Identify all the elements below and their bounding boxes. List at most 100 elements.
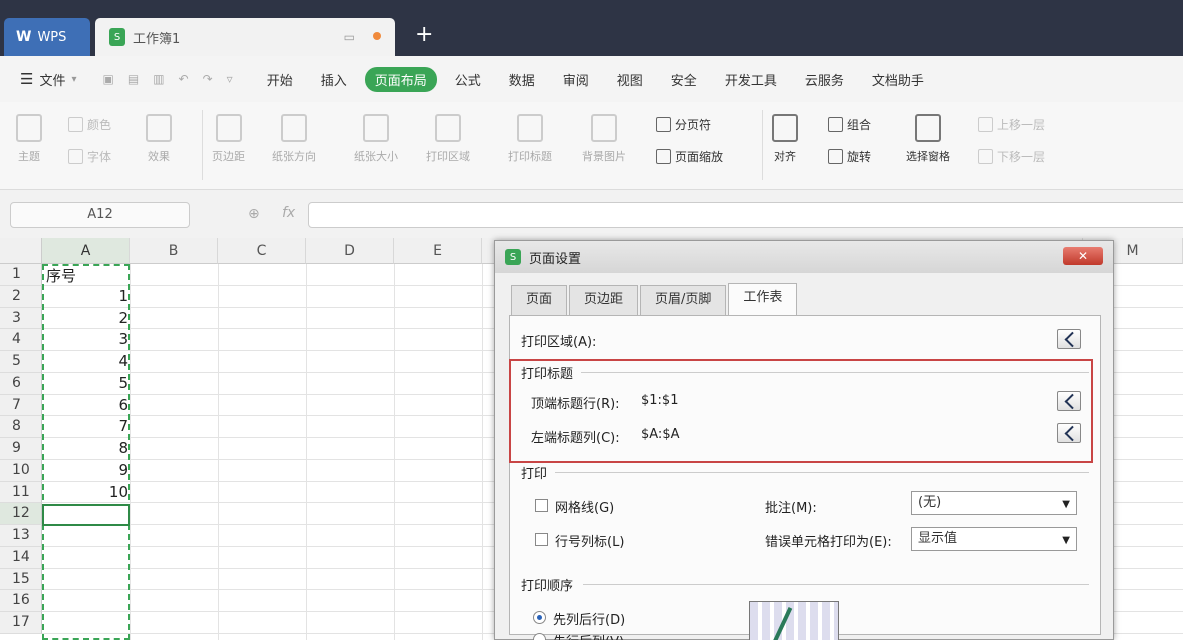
column-header-e[interactable]: E (394, 238, 482, 264)
rotate-icon (828, 149, 843, 164)
group-button[interactable]: 组合 (828, 116, 871, 133)
bring-forward-button[interactable]: 上移一层 (978, 116, 1045, 133)
dialog-close-button[interactable]: ✕ (1063, 247, 1103, 265)
row-header-8[interactable]: 8 (0, 416, 42, 438)
down-then-over-label: 先列后行(D) (553, 613, 626, 628)
down-then-over-radio[interactable] (533, 611, 546, 624)
tab-sheet[interactable]: 工作表 (728, 283, 798, 315)
wps-home-tab[interactable]: W WPS (4, 18, 90, 56)
left-cols-input[interactable]: $A:$A (641, 427, 679, 442)
print-order-group-label: 打印顺序 (521, 579, 574, 594)
row-header-2[interactable]: 2 (0, 285, 42, 308)
group-divider (555, 472, 1089, 473)
print-area-ref-button[interactable] (1057, 329, 1081, 349)
menu-security[interactable]: 安全 (661, 67, 707, 92)
row-header-16[interactable]: 16 (0, 590, 42, 612)
left-cols-ref-button[interactable] (1057, 423, 1081, 443)
row-header-4[interactable]: 4 (0, 329, 42, 351)
comments-select[interactable]: (无) ▼ (911, 491, 1077, 515)
comments-label: 批注(M): (765, 501, 817, 516)
send-backward-button[interactable]: 下移一层 (978, 148, 1045, 165)
column-header-a[interactable]: A (42, 238, 130, 264)
menu-doc-assistant[interactable]: 文档助手 (862, 67, 934, 92)
redo-icon[interactable]: ↷ (203, 72, 213, 86)
row-header-3[interactable]: 3 (0, 307, 42, 330)
menu-view[interactable]: 视图 (607, 67, 653, 92)
group-icon (828, 117, 843, 132)
menu-home[interactable]: 开始 (257, 67, 303, 92)
align-button[interactable]: 对齐 (772, 114, 798, 164)
tab-page[interactable]: 页面 (511, 285, 568, 315)
print-titles-button[interactable]: 打印标题 (508, 114, 552, 164)
column-header-c[interactable]: C (218, 238, 306, 264)
zoom-icon[interactable]: ⊕ (248, 206, 260, 222)
print-icon[interactable]: ▤ (128, 72, 139, 86)
top-rows-ref-button[interactable] (1057, 391, 1081, 411)
dialog-title-bar[interactable]: S 页面设置 ✕ (495, 241, 1113, 273)
menu-page-layout[interactable]: 页面布局 (364, 66, 437, 92)
rotate-button[interactable]: 旋转 (828, 148, 871, 165)
background-image-button[interactable]: 背景图片 (582, 114, 626, 164)
orientation-button[interactable]: 纸张方向 (272, 114, 316, 164)
row-header-17[interactable]: 17 (0, 612, 42, 634)
menu-insert[interactable]: 插入 (311, 67, 357, 92)
row-col-headers-checkbox[interactable] (535, 533, 548, 546)
color-label: 颜色 (87, 118, 112, 132)
fx-icon[interactable]: fx (282, 205, 295, 221)
ribbon: 主题 颜色 字体 效果 页边距 纸张方向 纸张大小 打印区域 打印标题 背景图片… (0, 102, 1183, 190)
column-header-b[interactable]: B (130, 238, 218, 264)
row-header-12[interactable]: 12 (0, 503, 42, 525)
color-button[interactable]: 颜色 (68, 116, 111, 133)
errors-select[interactable]: 显示值 ▼ (911, 527, 1077, 551)
row-header-6[interactable]: 6 (0, 372, 42, 395)
row-header-7[interactable]: 7 (0, 394, 42, 417)
print-area-button[interactable]: 打印区域 (426, 114, 470, 164)
menu-data[interactable]: 数据 (499, 67, 545, 92)
formula-bar: A12 ⊕ fx (0, 190, 1183, 238)
row-header-10[interactable]: 10 (0, 459, 42, 482)
gridline (394, 264, 395, 640)
select-all-corner[interactable] (0, 238, 42, 264)
menu-cloud[interactable]: 云服务 (795, 67, 854, 92)
row-header-5[interactable]: 5 (0, 351, 42, 373)
undo-icon[interactable]: ↶ (179, 72, 189, 86)
name-box[interactable]: A12 (10, 202, 190, 228)
formula-input[interactable] (308, 202, 1183, 228)
wps-logo-icon: W (16, 29, 32, 45)
selection-pane-button[interactable]: 选择窗格 (906, 114, 950, 164)
file-menu[interactable]: ☰ 文件 ▾ (20, 70, 77, 89)
font-button[interactable]: 字体 (68, 148, 111, 165)
margins-button[interactable]: 页边距 (212, 114, 245, 164)
tab-margins[interactable]: 页边距 (569, 285, 639, 315)
tab-header-footer[interactable]: 页眉/页脚 (640, 285, 727, 315)
top-rows-input[interactable]: $1:$1 (641, 393, 678, 408)
customize-icon[interactable]: ▿ (227, 72, 233, 86)
row-header-1[interactable]: 1 (0, 264, 42, 286)
row-header-15[interactable]: 15 (0, 568, 42, 591)
close-tab-icon[interactable] (373, 32, 381, 40)
row-header-11[interactable]: 11 (0, 481, 42, 504)
new-tab-button[interactable]: + (415, 22, 433, 47)
row-header-14[interactable]: 14 (0, 546, 42, 569)
pin-icon[interactable]: ▭ (344, 30, 355, 44)
preview-icon[interactable]: ▥ (153, 72, 164, 86)
paper-size-button[interactable]: 纸张大小 (354, 114, 398, 164)
row-header-9[interactable]: 9 (0, 438, 42, 460)
effect-button[interactable]: 效果 (146, 114, 172, 164)
menu-formulas[interactable]: 公式 (445, 67, 491, 92)
over-then-down-radio[interactable] (533, 633, 546, 640)
font-icon (68, 149, 83, 164)
menu-review[interactable]: 审阅 (553, 67, 599, 92)
document-tab[interactable]: S 工作簿1 ▭ (95, 18, 395, 56)
save-icon[interactable]: ▣ (103, 72, 114, 86)
menu-developer[interactable]: 开发工具 (715, 67, 787, 92)
gridlines-checkbox[interactable] (535, 499, 548, 512)
left-cols-label: 左端标题列(C): (531, 431, 620, 446)
page-break-label: 分页符 (675, 118, 712, 132)
column-header-d[interactable]: D (306, 238, 394, 264)
theme-button[interactable]: 主题 (16, 114, 42, 164)
page-zoom-button[interactable]: 页面缩放 (656, 148, 723, 165)
active-cell-a12[interactable] (42, 504, 130, 526)
page-break-button[interactable]: 分页符 (656, 116, 711, 133)
row-header-13[interactable]: 13 (0, 525, 42, 547)
